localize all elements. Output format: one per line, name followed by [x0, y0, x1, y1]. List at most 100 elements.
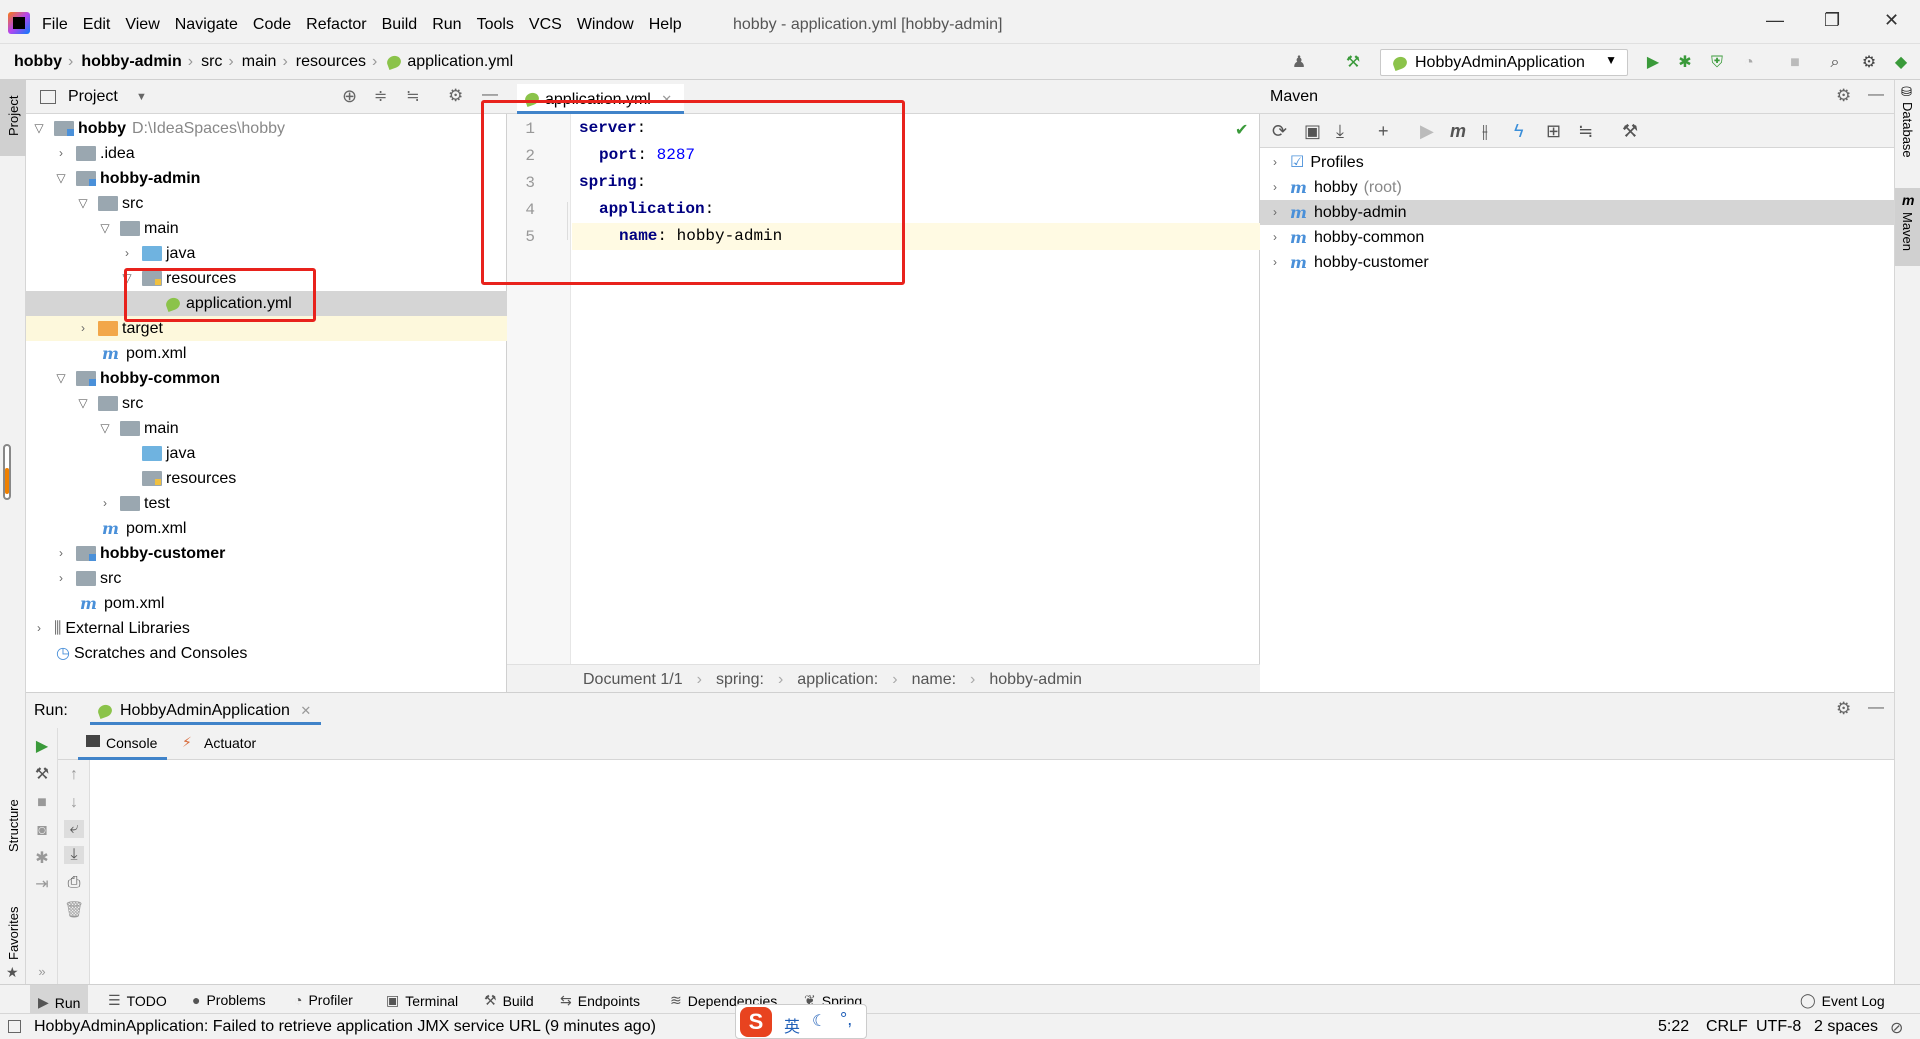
reload-icon[interactable]: ⟳: [1272, 121, 1287, 142]
menu-navigate[interactable]: Navigate: [175, 16, 238, 34]
indent-setting[interactable]: 2 spaces: [1814, 1018, 1878, 1036]
menu-view[interactable]: View: [125, 16, 159, 34]
tool-build[interactable]: ⚒ Build: [484, 992, 534, 1009]
tool-terminal[interactable]: ▣ Terminal: [386, 992, 458, 1009]
tree-item-application-yml[interactable]: application.yml: [26, 291, 507, 316]
console-output[interactable]: [90, 761, 1894, 985]
code-line[interactable]: server:: [579, 115, 646, 142]
soft-wrap-icon[interactable]: ⤶: [64, 820, 84, 838]
trash-icon[interactable]: 🗑: [64, 900, 84, 920]
show-dependencies-icon[interactable]: ⊞: [1546, 121, 1561, 142]
run-maven-icon[interactable]: ▶: [1420, 121, 1434, 142]
crumb-file[interactable]: application.yml: [407, 53, 513, 71]
coverage-icon[interactable]: ⛨: [1708, 54, 1726, 72]
exit-icon[interactable]: ⇥: [32, 874, 52, 894]
run-config-select[interactable]: HobbyAdminApplication ▼: [1380, 49, 1628, 76]
search-icon[interactable]: ⌕: [1826, 54, 1844, 72]
download-icon[interactable]: ⤓: [1336, 121, 1344, 142]
caret-position[interactable]: 5:22: [1658, 1018, 1689, 1036]
maven-item-hobby-common[interactable]: › m hobby-common: [1268, 225, 1424, 250]
tree-item-resources[interactable]: ▽ resources: [120, 266, 236, 291]
breadcrumb-spring[interactable]: spring:: [716, 671, 764, 692]
crumb-project[interactable]: hobby: [14, 53, 62, 71]
tree-item-resources[interactable]: resources: [142, 466, 236, 491]
menu-build[interactable]: Build: [382, 16, 418, 34]
wrench-icon[interactable]: ⚒: [32, 764, 52, 784]
breadcrumb-name[interactable]: name:: [912, 671, 956, 692]
sogou-logo-icon[interactable]: S: [740, 1007, 772, 1037]
tree-item-src[interactable]: ▽ src: [76, 191, 143, 216]
add-icon[interactable]: +: [1378, 121, 1389, 142]
gear-icon[interactable]: ⚙: [1836, 699, 1851, 719]
hide-icon[interactable]: —: [1868, 699, 1884, 717]
tree-item-main[interactable]: ▽ main: [98, 416, 178, 441]
menu-run[interactable]: Run: [432, 16, 461, 34]
wrench-icon[interactable]: ⚒: [1622, 121, 1638, 142]
tab-application-yml[interactable]: application.yml ✕: [517, 84, 685, 114]
debug-icon[interactable]: ✱: [32, 848, 52, 868]
stop-icon[interactable]: ■: [1786, 54, 1804, 72]
menu-tools[interactable]: Tools: [477, 16, 514, 34]
skip-tests-icon[interactable]: ϟ: [1514, 121, 1524, 142]
chevron-down-icon[interactable]: ▼: [136, 91, 147, 103]
punctuation-icon[interactable]: °,: [840, 1009, 852, 1030]
tree-item-hobby-admin[interactable]: ▽ hobby-admin: [54, 166, 200, 191]
tool-todo[interactable]: ☰ TODO: [108, 992, 167, 1009]
tree-item-pom[interactable]: m pom.xml: [80, 591, 164, 616]
ime-language[interactable]: 英: [784, 1013, 800, 1037]
build-hammer-icon[interactable]: ⚒: [1344, 54, 1362, 72]
breadcrumb-value[interactable]: hobby-admin: [989, 671, 1082, 692]
line-separator[interactable]: CRLF: [1706, 1018, 1748, 1036]
code-line[interactable]: application:: [599, 196, 714, 223]
user-icon[interactable]: ♟: [1290, 54, 1308, 72]
hide-icon[interactable]: —: [482, 86, 498, 104]
maximize-button[interactable]: ❐: [1824, 10, 1840, 31]
toggle-offline-icon[interactable]: ⫲: [1482, 121, 1488, 142]
maven-item-hobby-customer[interactable]: › m hobby-customer: [1268, 250, 1429, 275]
tree-item-main[interactable]: ▽ main: [98, 216, 178, 241]
code-line[interactable]: port: 8287: [599, 142, 695, 169]
tree-item-test[interactable]: › test: [98, 491, 170, 516]
plugin-icon[interactable]: ◆: [1892, 54, 1910, 72]
status-message[interactable]: HobbyAdminApplication: Failed to retriev…: [34, 1018, 656, 1036]
collapse-all-icon[interactable]: ≒: [406, 86, 419, 106]
expand-all-icon[interactable]: ≑: [374, 86, 387, 106]
tree-item-java[interactable]: java: [142, 441, 195, 466]
breadcrumb-application[interactable]: application:: [797, 671, 878, 692]
locate-icon[interactable]: ⊕: [342, 86, 357, 107]
collapse-icon[interactable]: ≒: [1578, 121, 1593, 142]
add-folder-icon[interactable]: ▣: [1304, 121, 1321, 142]
maven-tool-button[interactable]: m Maven: [1895, 188, 1920, 266]
menu-edit[interactable]: Edit: [83, 16, 111, 34]
tree-item-scratches[interactable]: ◷ Scratches and Consoles: [56, 641, 247, 666]
close-button[interactable]: ✕: [1884, 10, 1899, 31]
menu-window[interactable]: Window: [577, 16, 634, 34]
tab-actuator[interactable]: ⚡ Actuator: [176, 728, 266, 760]
menu-code[interactable]: Code: [253, 16, 291, 34]
favorites-tool-button[interactable]: Favorites ★: [0, 880, 26, 980]
tree-item-external-libraries[interactable]: › ⫼ External Libraries: [32, 616, 190, 641]
tool-event-log[interactable]: ◯ Event Log: [1800, 992, 1885, 1009]
profile-icon[interactable]: ◔: [1740, 54, 1758, 72]
arrow-up-icon[interactable]: ↑: [64, 766, 84, 784]
menu-help[interactable]: Help: [649, 16, 682, 34]
file-encoding[interactable]: UTF-8: [1756, 1018, 1801, 1036]
crumb-module[interactable]: hobby-admin: [81, 53, 181, 71]
debug-icon[interactable]: ✱: [1676, 54, 1694, 72]
rerun-icon[interactable]: ▶: [32, 736, 52, 756]
camera-icon[interactable]: ◙: [32, 822, 52, 840]
tree-item-src[interactable]: ▽ src: [76, 391, 143, 416]
more-icon[interactable]: »: [32, 964, 52, 979]
tree-item-hobby-common[interactable]: ▽ hobby-common: [54, 366, 220, 391]
tab-console[interactable]: Console: [78, 728, 168, 760]
breadcrumb-document[interactable]: Document 1/1: [583, 671, 683, 692]
tool-run[interactable]: ▶ Run: [30, 985, 89, 1013]
scroll-to-end-icon[interactable]: ⤓: [64, 846, 84, 864]
print-icon[interactable]: ⎙: [64, 874, 84, 892]
maven-item-hobby[interactable]: › m hobby (root): [1268, 175, 1402, 200]
close-icon[interactable]: ✕: [300, 703, 311, 718]
tool-endpoints[interactable]: ⇆ Endpoints: [560, 992, 640, 1009]
stop-icon[interactable]: ■: [32, 794, 52, 812]
menu-file[interactable]: File: [42, 16, 68, 34]
moon-icon[interactable]: ☾: [812, 1011, 826, 1031]
